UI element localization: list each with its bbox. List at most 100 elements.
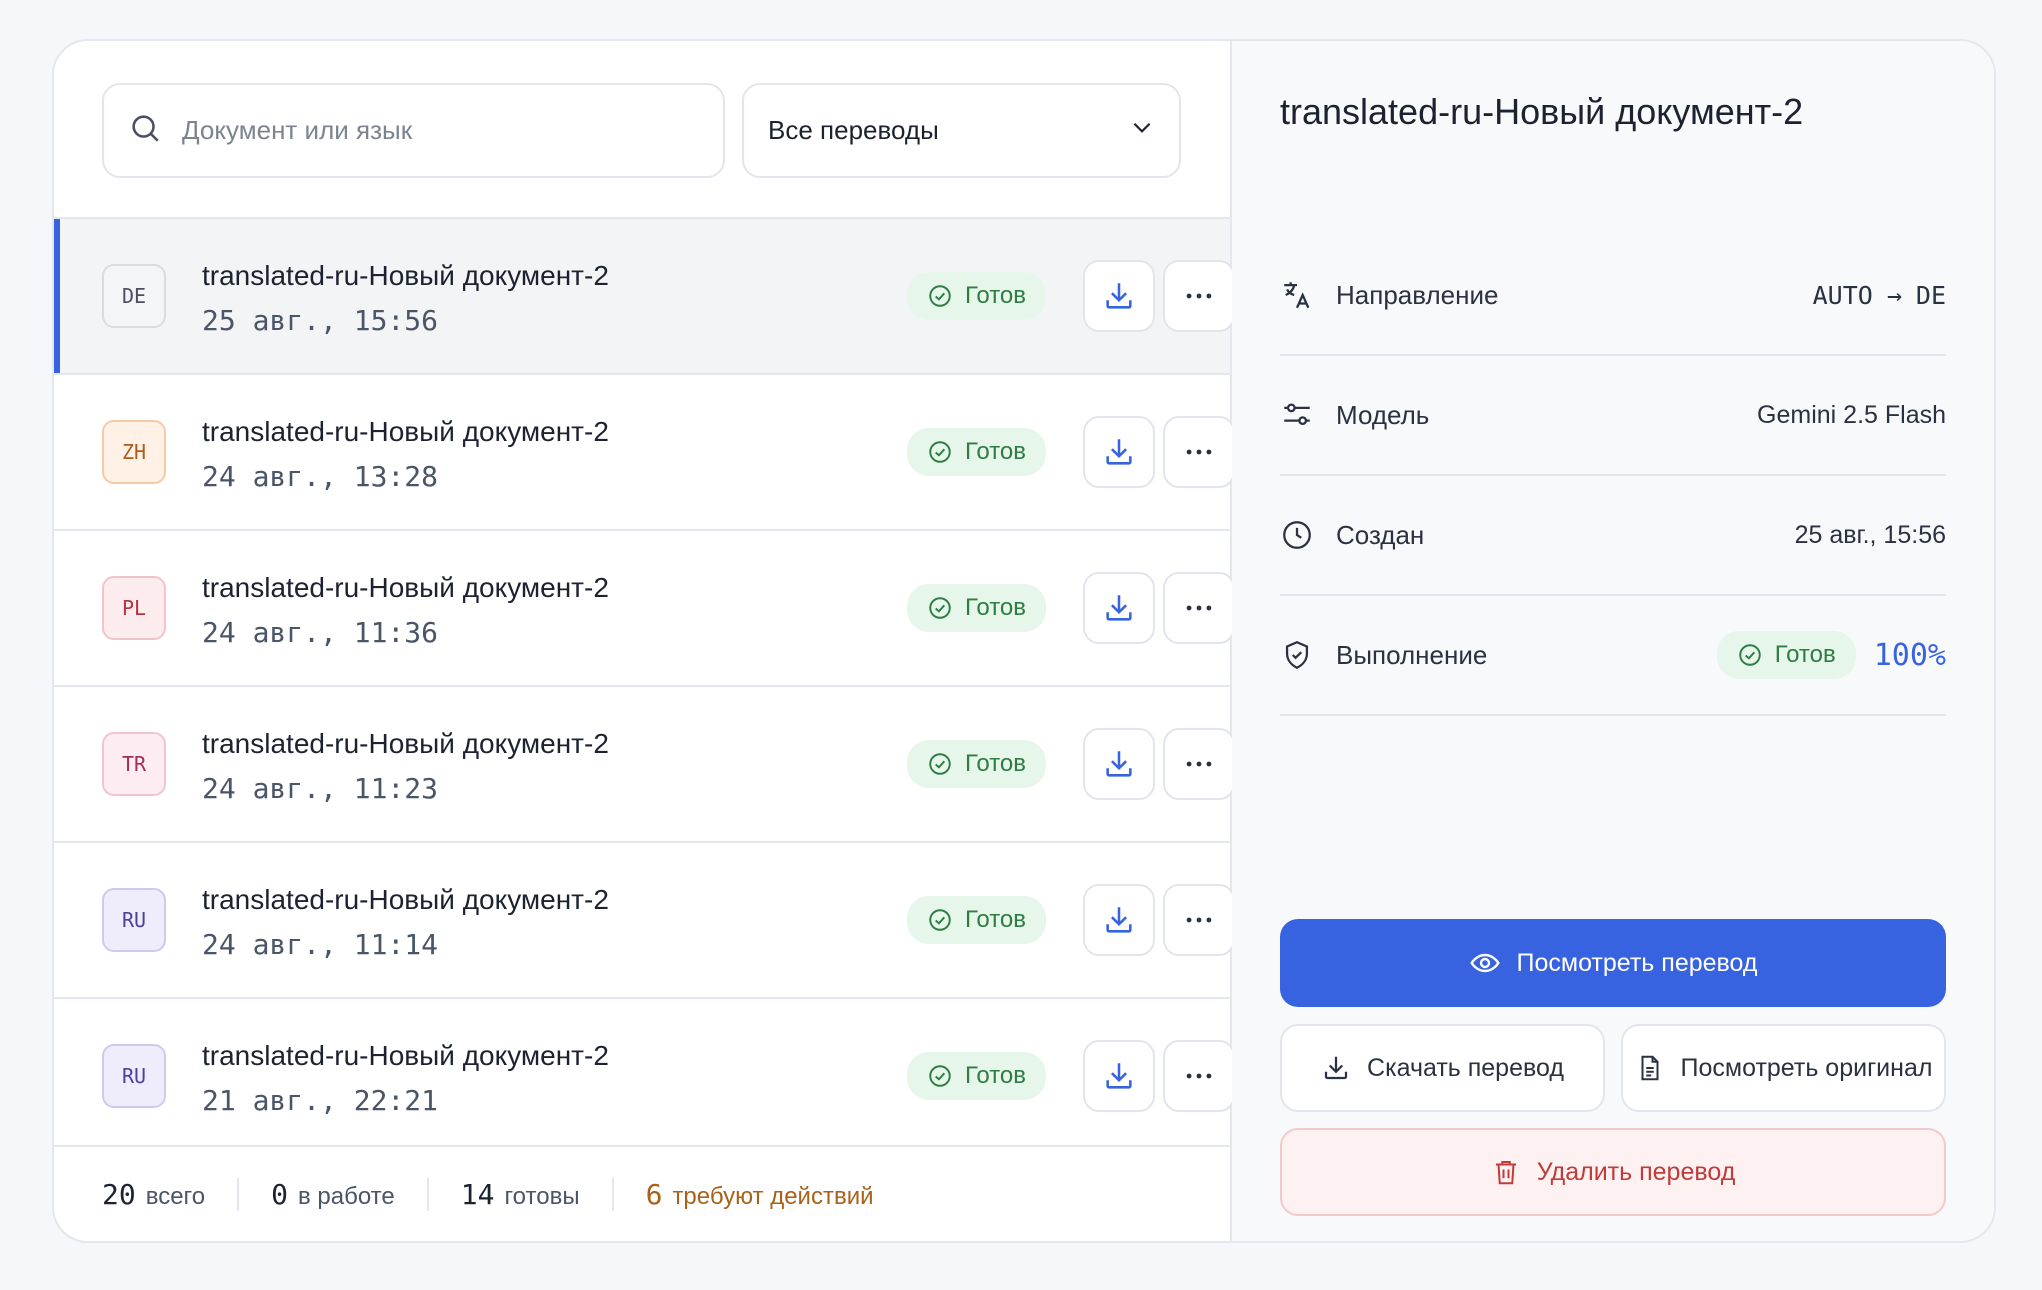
document-date: 24 авг., 11:36 (202, 615, 439, 649)
download-icon (1106, 595, 1132, 621)
stat-label: требуют действий (672, 1182, 874, 1210)
document-title: translated-ru-Новый документ-2 (202, 883, 609, 915)
stat-number: 6 (645, 1177, 663, 1211)
detail-panel: translated-ru-Новый документ-2 Направлен… (1232, 41, 1994, 1241)
filter-select-value: Все переводы (768, 115, 939, 145)
filter-select[interactable]: Все переводы (742, 83, 1181, 178)
delete-translation-button[interactable]: Удалить перевод (1280, 1128, 1946, 1216)
status-badge: Готов (907, 896, 1047, 944)
search-icon (128, 111, 162, 150)
status-badge: Готов (907, 584, 1047, 632)
status-badge: Готов (907, 428, 1047, 476)
document-title: translated-ru-Новый документ-2 (202, 1039, 609, 1071)
status-badge: Готов (907, 272, 1047, 320)
detail-direction-row: Направление AUTO → DE (1280, 236, 1946, 356)
check-circle-icon (1738, 644, 1761, 666)
document-title: translated-ru-Новый документ-2 (202, 727, 609, 759)
search-box[interactable] (102, 83, 725, 178)
detail-title: translated-ru-Новый документ-2 (1280, 91, 1804, 132)
more-horizontal-icon (1186, 293, 1212, 299)
language-badge: PL (102, 576, 166, 640)
download-icon (1106, 751, 1132, 777)
more-button[interactable] (1163, 416, 1235, 488)
download-translation-button[interactable]: Скачать перевод (1280, 1024, 1605, 1112)
stat-in-progress: 0 в работе (237, 1177, 427, 1211)
download-button[interactable] (1083, 884, 1155, 956)
status-label: Готов (965, 1062, 1027, 1089)
list-item[interactable]: PL translated-ru-Новый документ-2 24 авг… (54, 531, 1235, 687)
document-date: 24 авг., 11:14 (202, 927, 439, 961)
more-button[interactable] (1163, 1040, 1235, 1112)
status-label: Готов (965, 282, 1027, 309)
download-icon (1324, 1056, 1348, 1080)
download-button[interactable] (1083, 416, 1155, 488)
created-label: Создан (1336, 519, 1425, 550)
detail-progress-row: Выполнение Готов 100% (1280, 596, 1946, 716)
search-input[interactable] (182, 115, 682, 146)
download-button[interactable] (1083, 572, 1155, 644)
download-icon (1106, 1063, 1132, 1089)
document-title: translated-ru-Новый документ-2 (202, 571, 609, 603)
direction-from: AUTO (1812, 280, 1873, 310)
check-circle-icon (929, 285, 951, 307)
language-badge: TR (102, 732, 166, 796)
list-item[interactable]: DE translated-ru-Новый документ-2 25 авг… (54, 219, 1235, 375)
more-horizontal-icon (1186, 449, 1212, 455)
status-label: Готов (965, 594, 1027, 621)
direction-to: DE (1915, 280, 1946, 310)
download-button[interactable] (1083, 1040, 1155, 1112)
direction-label: Направление (1336, 279, 1499, 310)
sliders-icon (1284, 403, 1310, 426)
list-item[interactable]: RU translated-ru-Новый документ-2 24 авг… (54, 843, 1235, 999)
stat-total: 20 всего (102, 1178, 237, 1211)
list-toolbar: Все переводы (54, 41, 1230, 219)
download-icon (1106, 907, 1132, 933)
chevron-down-icon (1129, 114, 1155, 147)
document-date: 21 авг., 22:21 (202, 1083, 439, 1117)
check-circle-icon (929, 909, 951, 931)
list-item[interactable]: RU translated-ru-Новый документ-2 21 авг… (54, 999, 1235, 1155)
status-label: Готов (965, 750, 1027, 777)
view-translation-button[interactable]: Посмотреть перевод (1280, 919, 1946, 1007)
more-button[interactable] (1163, 728, 1235, 800)
download-translation-label: Скачать перевод (1367, 1053, 1564, 1082)
download-icon (1106, 283, 1132, 309)
more-horizontal-icon (1186, 1073, 1212, 1079)
download-button[interactable] (1083, 260, 1155, 332)
stat-label: в работе (297, 1182, 395, 1210)
download-button[interactable] (1083, 728, 1155, 800)
language-badge: DE (102, 264, 166, 328)
view-original-button[interactable]: Посмотреть оригинал (1621, 1024, 1946, 1112)
document-title: translated-ru-Новый документ-2 (202, 259, 609, 291)
check-circle-icon (929, 1065, 951, 1087)
check-circle-icon (929, 753, 951, 775)
translations-list-panel: Все переводы DE translated-ru-Новый доку… (54, 41, 1235, 1241)
model-label: Модель (1336, 399, 1430, 430)
check-circle-icon (929, 441, 951, 463)
status-badge: Готов (907, 740, 1047, 788)
list-item[interactable]: TR translated-ru-Новый документ-2 24 авг… (54, 687, 1235, 843)
view-original-label: Посмотреть оригинал (1680, 1053, 1933, 1082)
direction-value: AUTO → DE (1813, 281, 1946, 310)
stat-ready: 14 готовы (426, 1177, 612, 1211)
more-button[interactable] (1163, 260, 1235, 332)
translations-card: Все переводы DE translated-ru-Новый доку… (52, 39, 1996, 1243)
more-horizontal-icon (1186, 917, 1212, 923)
file-text-icon (1641, 1055, 1659, 1081)
more-button[interactable] (1163, 884, 1235, 956)
stat-number: 0 (271, 1177, 288, 1211)
status-label: Готов (1774, 641, 1836, 668)
shield-check-icon (1285, 641, 1309, 670)
status-label: Готов (965, 438, 1027, 465)
more-button[interactable] (1163, 572, 1235, 644)
model-value: Gemini 2.5 Flash (1757, 400, 1946, 429)
stat-label: всего (145, 1182, 206, 1210)
language-badge: ZH (102, 420, 166, 484)
list-item[interactable]: ZH translated-ru-Новый документ-2 24 авг… (54, 375, 1235, 531)
download-icon (1106, 439, 1132, 465)
stat-number: 14 (460, 1177, 495, 1211)
language-badge: RU (102, 888, 166, 952)
more-horizontal-icon (1186, 605, 1212, 611)
delete-translation-label: Удалить перевод (1536, 1157, 1736, 1186)
more-horizontal-icon (1186, 761, 1212, 767)
